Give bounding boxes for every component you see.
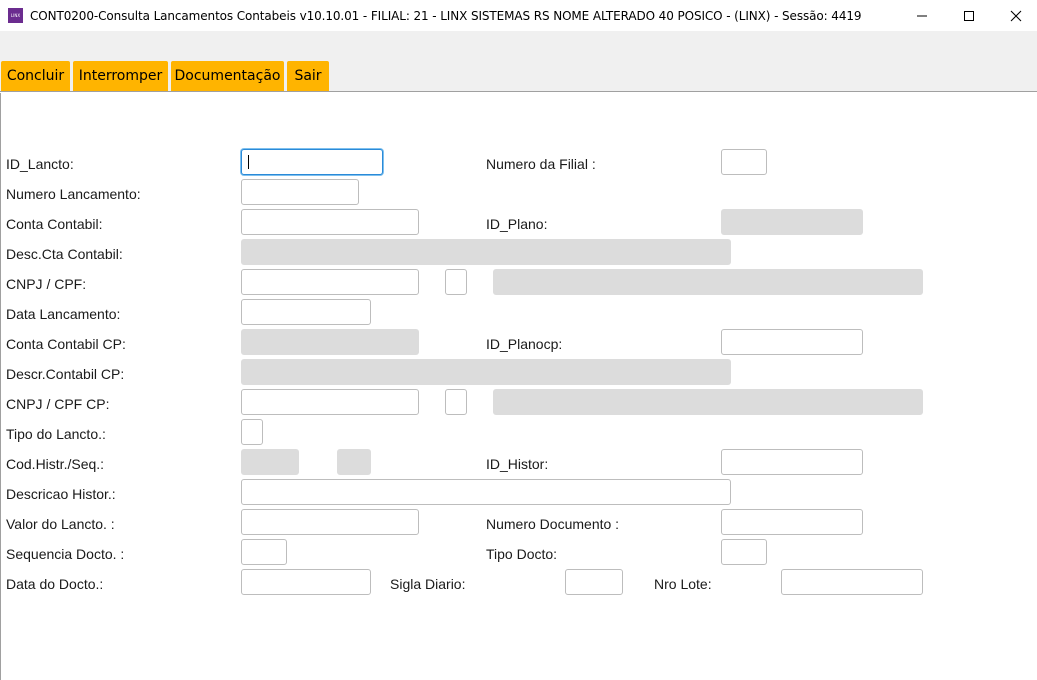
maximize-icon [964,10,974,21]
descricao-histor-label: Descricao Histor.: [6,486,116,502]
conta-contabil-cp-field [241,329,419,355]
cnpj-cpf-digit-input[interactable] [445,269,467,295]
id-histor-label: ID_Histor: [486,456,549,472]
nro-lote-label: Nro Lote: [654,576,712,592]
descr-contabil-cp-label: Descr.Contabil CP: [6,366,125,382]
minimize-button[interactable] [899,0,945,31]
tipo-lancto-label: Tipo do Lancto.: [6,426,106,442]
toolbar: Concluir Interromper Documentação Sair [0,31,1037,92]
cnpj-cpf-label: CNPJ / CPF: [6,276,87,292]
valor-lancto-input[interactable] [241,509,419,535]
id-lancto-label: ID_Lancto: [6,156,74,172]
conta-contabil-label: Conta Contabil: [6,216,103,232]
data-lancamento-label: Data Lancamento: [6,306,121,322]
data-lancamento-input[interactable] [241,299,371,325]
desc-cta-contabil-field [241,239,731,265]
nro-lote-input[interactable] [781,569,923,595]
maximize-button[interactable] [946,0,992,31]
close-icon [1010,10,1022,21]
sair-button[interactable]: Sair [287,61,329,91]
sequencia-docto-input[interactable] [241,539,287,565]
cnpj-cpf-name-field [493,269,923,295]
app-window: LINX CONT0200-Consulta Lancamentos Conta… [0,0,1037,680]
cnpj-cpf-cp-input[interactable] [241,389,419,415]
descr-contabil-cp-field [241,359,731,385]
tipo-lancto-input[interactable] [241,419,263,445]
tipo-docto-label: Tipo Docto: [486,546,558,562]
numero-filial-label: Numero da Filial : [486,156,596,172]
desc-cta-contabil-label: Desc.Cta Contabil: [6,246,123,262]
numero-filial-input[interactable] [721,149,767,175]
text-caret [248,155,249,169]
id-planocp-label: ID_Planocp: [486,336,563,352]
cnpj-cpf-cp-digit-input[interactable] [445,389,467,415]
valor-lancto-label: Valor do Lancto. : [6,516,115,532]
data-docto-label: Data do Docto.: [6,576,104,592]
id-planocp-input[interactable] [721,329,863,355]
id-plano-field [721,209,863,235]
cnpj-cpf-cp-name-field [493,389,923,415]
cod-histr-seq-label: Cod.Histr./Seq.: [6,456,105,472]
sigla-diario-label: Sigla Diario: [390,576,466,592]
data-docto-input[interactable] [241,569,371,595]
documentacao-button[interactable]: Documentação [171,61,284,91]
numero-documento-label: Numero Documento : [486,516,620,532]
tipo-docto-input[interactable] [721,539,767,565]
id-histor-input[interactable] [721,449,863,475]
window-title: CONT0200-Consulta Lancamentos Contabeis … [30,9,862,23]
interromper-button[interactable]: Interromper [73,61,168,91]
linx-app-icon: LINX [8,8,23,23]
sigla-diario-input[interactable] [565,569,623,595]
cnpj-cpf-cp-label: CNPJ / CPF CP: [6,396,110,412]
id-plano-label: ID_Plano: [486,216,548,232]
numero-lancamento-label: Numero Lancamento: [6,186,141,202]
minimize-icon [917,15,927,16]
conta-contabil-cp-label: Conta Contabil CP: [6,336,126,352]
cnpj-cpf-input[interactable] [241,269,419,295]
seq-field [337,449,371,475]
concluir-button[interactable]: Concluir [1,61,70,91]
numero-documento-input[interactable] [721,509,863,535]
id-lancto-input[interactable] [241,149,383,175]
cod-histr-field [241,449,299,475]
close-button[interactable] [993,0,1037,31]
numero-lancamento-input[interactable] [241,179,359,205]
query-form: ID_Lancto: Numero da Filial : Numero Lan… [0,93,1037,680]
conta-contabil-input[interactable] [241,209,419,235]
title-bar: LINX CONT0200-Consulta Lancamentos Conta… [0,0,1037,31]
sequencia-docto-label: Sequencia Docto. : [6,546,125,562]
descricao-histor-input[interactable] [241,479,731,505]
